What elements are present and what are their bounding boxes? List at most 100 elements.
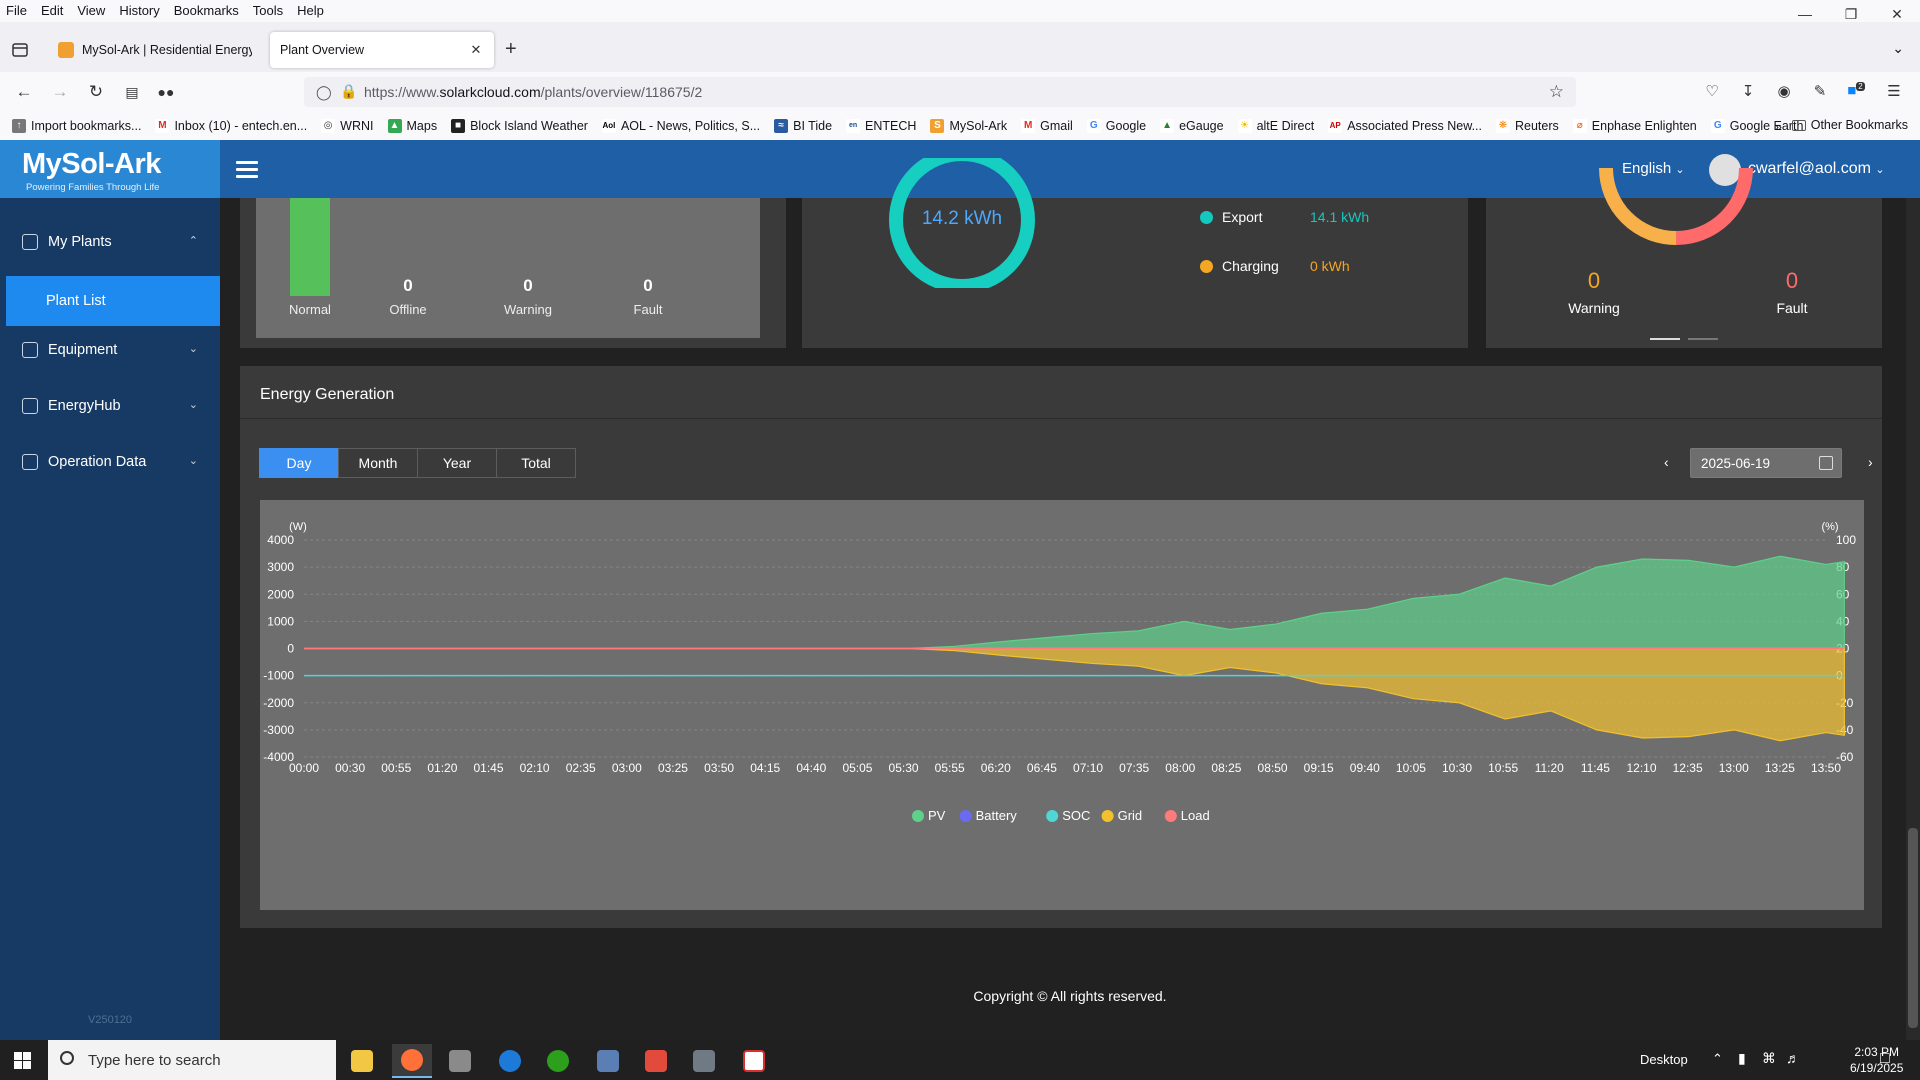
- sidebar-item-equipment[interactable]: Equipment ⌄: [0, 328, 220, 372]
- sidebar-item-energyhub[interactable]: EnergyHub ⌄: [0, 384, 220, 428]
- bookmark-import[interactable]: ↑ Import bookmarks...: [12, 119, 141, 133]
- notification-center-icon[interactable]: □: [1880, 1050, 1890, 1068]
- bookmark-bi-tide[interactable]: ≈ BI Tide: [774, 119, 832, 133]
- new-tab-icon[interactable]: +: [505, 38, 517, 61]
- tab-plant-overview[interactable]: Plant Overview ✕: [270, 32, 494, 68]
- carousel-dot-2[interactable]: [1688, 338, 1718, 340]
- chevron-down-icon: ⌄: [188, 399, 198, 411]
- bookmark-egauge[interactable]: ▲ eGauge: [1160, 119, 1224, 133]
- volume-icon[interactable]: ♬: [1786, 1050, 1800, 1066]
- energy-ring-value: 14.2 kWh: [921, 208, 1003, 229]
- reader-view-icon[interactable]: ▤: [120, 80, 144, 104]
- network-icon[interactable]: ⌘: [1762, 1050, 1776, 1067]
- y-tick-label: 1000: [267, 614, 294, 628]
- menu-help[interactable]: Help: [290, 0, 331, 22]
- desktop-toolbar[interactable]: Desktop: [1640, 1052, 1688, 1067]
- restore-icon[interactable]: ❐: [1828, 0, 1874, 28]
- file-explorer-icon[interactable]: [342, 1044, 382, 1078]
- battery-icon[interactable]: ▮: [1738, 1050, 1746, 1067]
- tab-day[interactable]: Day: [259, 448, 339, 478]
- minimize-icon[interactable]: —: [1782, 0, 1828, 28]
- bookmark-maps[interactable]: ▲ Maps: [387, 119, 437, 133]
- tray-overflow-icon[interactable]: ⌃: [1712, 1051, 1723, 1067]
- bookmark-mysol-ark[interactable]: S MySol-Ark: [930, 119, 1007, 133]
- close-window-icon[interactable]: ✕: [1874, 0, 1920, 28]
- calculator-icon[interactable]: [684, 1044, 724, 1078]
- chevron-right-icon[interactable]: ›: [1868, 454, 1873, 470]
- bookmark-google[interactable]: G Google: [1086, 119, 1146, 133]
- plant-status-card: Normal 0 Offline 0 Warning 0 Fault: [240, 198, 786, 348]
- energy-chart: 4000 3000 2000 1000 0 -1000 -2000 -3000 -4000 100…: [260, 500, 1864, 910]
- tab-total[interactable]: Total: [496, 448, 576, 478]
- menu-bookmarks[interactable]: Bookmarks: [167, 0, 246, 22]
- x-tick-label: 03:50: [704, 761, 734, 775]
- alarm-card: 0 Warning 0 Fault: [1486, 167, 1882, 348]
- bookmark-enphase[interactable]: ⌀ Enphase Enlighten: [1572, 119, 1697, 133]
- user-menu[interactable]: cwarfel@aol.com ⌄: [1748, 160, 1885, 178]
- private-mask-icon[interactable]: ●●: [154, 80, 178, 104]
- menu-toggle-icon[interactable]: [236, 161, 258, 179]
- quickbooks-icon[interactable]: [538, 1044, 578, 1078]
- sidebar-item-plant-list[interactable]: Plant List: [6, 276, 220, 326]
- back-icon[interactable]: ←: [12, 80, 36, 104]
- url-prefix: https://www.: [364, 84, 440, 100]
- chevron-left-icon[interactable]: ‹: [1664, 454, 1669, 470]
- charging-row: Charging 0 kWh: [1200, 257, 1400, 277]
- other-bookmarks[interactable]: Other Bookmarks: [1791, 118, 1908, 132]
- date-picker[interactable]: 2025-06-19: [1690, 448, 1842, 478]
- scroll-thumb[interactable]: [1908, 828, 1918, 1028]
- menu-view[interactable]: View: [70, 0, 112, 22]
- tab-year[interactable]: Year: [417, 448, 497, 478]
- lock-icon[interactable]: 🔒: [340, 83, 357, 100]
- chevron-down-icon[interactable]: ⌄: [1892, 40, 1904, 57]
- bookmark-associated-press[interactable]: AP Associated Press New...: [1328, 119, 1482, 133]
- page-scrollbar[interactable]: [1906, 198, 1920, 1040]
- tab-mysol-ark[interactable]: MySol-Ark | Residential Energy ×: [48, 32, 262, 68]
- windows-start-icon[interactable]: [14, 1052, 31, 1069]
- download-icon[interactable]: ↧: [1738, 82, 1758, 102]
- extensions-icon[interactable]: ✎: [1810, 82, 1830, 102]
- bookmark-star-icon[interactable]: ☆: [1549, 82, 1564, 102]
- app-icon-4[interactable]: [636, 1044, 676, 1078]
- energy-generation-card: Energy Generation Day Month Year Total ‹…: [240, 366, 1882, 928]
- bookmark-reuters[interactable]: ❋ Reuters: [1496, 119, 1559, 133]
- shield-icon[interactable]: ◯: [316, 84, 332, 101]
- menu-edit[interactable]: Edit: [34, 0, 70, 22]
- acrobat-icon[interactable]: [734, 1044, 774, 1078]
- app-icon-1[interactable]: [440, 1044, 480, 1078]
- y-axis-label: (W): [289, 521, 307, 533]
- app-icon-2[interactable]: [490, 1044, 530, 1078]
- bookmark-wrni[interactable]: ◎ WRNI: [321, 119, 374, 133]
- taskbar-search[interactable]: Type here to search: [48, 1040, 336, 1080]
- y-right-tick-label: 100: [1836, 533, 1856, 547]
- bookmark-block-island-weather[interactable]: ■ Block Island Weather: [451, 119, 588, 133]
- app-icon-3[interactable]: [588, 1044, 628, 1078]
- taskbar: Type here to search Desktop ⌃ ▮ ⌘ ♬ 2:03…: [0, 1040, 1920, 1080]
- bookmark-google-earth[interactable]: G Google Earth: [1710, 119, 1803, 133]
- reload-icon[interactable]: ↻: [84, 80, 108, 104]
- menu-file[interactable]: File: [0, 0, 34, 22]
- more-bookmarks-icon[interactable]: »: [1775, 119, 1782, 134]
- menu-history[interactable]: History: [112, 0, 166, 22]
- account-icon[interactable]: ◉: [1774, 82, 1794, 102]
- sidebar-item-operation-data[interactable]: Operation Data ⌄: [0, 440, 220, 484]
- clock[interactable]: 2:03 PM 6/19/2025: [1850, 1044, 1903, 1076]
- bookmark-inbox[interactable]: M Inbox (10) - entech.en...: [155, 119, 307, 133]
- url-bar[interactable]: ◯ 🔒 https://www. solarkcloud.com/plants/o…: [304, 77, 1576, 107]
- bookmark-alte-direct[interactable]: ☀ altE Direct: [1237, 119, 1314, 133]
- menu-tools[interactable]: Tools: [246, 0, 290, 22]
- close-tab-icon[interactable]: ✕: [468, 42, 484, 58]
- bookmark-aol[interactable]: Aol AOL - News, Politics, S...: [601, 119, 760, 133]
- bookmark-entech[interactable]: en ENTECH: [846, 119, 916, 133]
- tab-list-icon[interactable]: [10, 40, 30, 60]
- tab-month[interactable]: Month: [338, 448, 418, 478]
- logo[interactable]: MySol-Ark Powering Families Through Life: [0, 140, 220, 198]
- notifications-icon[interactable]: ■ 2: [1846, 82, 1866, 102]
- carousel-dot-1[interactable]: [1650, 338, 1680, 340]
- sidebar-item-my-plants[interactable]: My Plants ⌃: [0, 220, 220, 264]
- hamburger-menu-icon[interactable]: ☰: [1884, 82, 1904, 102]
- forward-icon[interactable]: →: [48, 80, 72, 104]
- pocket-icon[interactable]: ♡: [1702, 82, 1722, 102]
- bookmark-gmail[interactable]: M Gmail: [1021, 119, 1073, 133]
- firefox-icon[interactable]: [392, 1044, 432, 1078]
